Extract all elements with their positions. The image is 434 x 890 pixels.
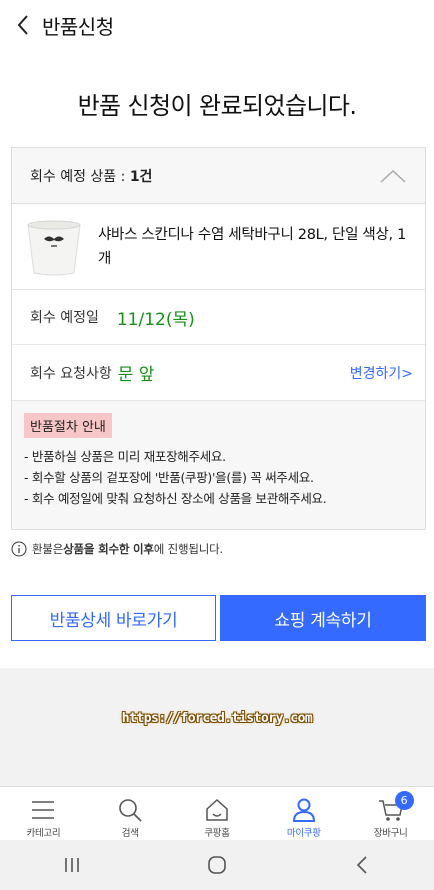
user-icon: [292, 798, 315, 822]
return-detail-button[interactable]: 반품상세 바로가기: [11, 595, 216, 641]
tab-label: 장바구니: [373, 828, 408, 839]
system-navigation-bar: [0, 840, 434, 890]
pickup-request-value: 문 앞: [117, 365, 155, 385]
pickup-date-row: 회수 예정일 11/12(목): [12, 290, 425, 345]
pickup-date-label: 회수 예정일: [30, 310, 99, 326]
bottom-gray-area: [0, 668, 434, 786]
back-arrow-icon: [356, 856, 367, 874]
tab-category[interactable]: 카테고리: [0, 787, 87, 840]
chevron-left-icon: [17, 15, 28, 35]
continue-shopping-button[interactable]: 쇼핑 계속하기: [220, 595, 426, 641]
bottom-tab-bar: 카테고리 검색 쿠팡홈 마이쿠팡 장바구니 6: [0, 786, 434, 840]
product-name[interactable]: 샤바스 스칸디나 수염 세탁바구니 28L, 단일 색상, 1개: [98, 223, 408, 271]
guide-line: - 회수할 상품의 겉포장에 '반품(쿠팡)'을(를) 꼭 써주세요.: [24, 470, 314, 485]
cart-count-badge: 6: [394, 791, 414, 810]
tab-cart[interactable]: 장바구니 6: [347, 787, 434, 840]
card-header[interactable]: 회수 예정 상품 : 1건: [12, 148, 425, 204]
recent-apps-button[interactable]: [42, 845, 102, 885]
return-guide-title: 반품절차 안내: [24, 413, 112, 438]
return-summary-card: 회수 예정 상품 : 1건 샤바스 스칸디나 수염 세탁바구니 28L, 단일 …: [11, 147, 426, 530]
pickup-count: 1건: [129, 168, 153, 185]
change-request-link[interactable]: 변경하기>: [350, 363, 413, 383]
home-icon: [206, 798, 228, 821]
guide-line: - 회수 예정일에 맞춰 요청하신 장소에 상품을 보관해주세요.: [24, 491, 327, 506]
home-circle-icon: [208, 856, 226, 874]
pickup-date-value: 11/12(목): [116, 309, 195, 330]
guide-line: - 반품하실 상품은 미리 재포장해주세요.: [24, 449, 226, 464]
collapse-toggle[interactable]: [379, 166, 407, 186]
tab-search[interactable]: 검색: [87, 787, 174, 840]
tab-label: 검색: [121, 828, 139, 839]
search-icon: [119, 799, 142, 822]
menu-icon: [32, 801, 55, 819]
back-button[interactable]: [4, 0, 42, 50]
product-thumbnail: [24, 215, 84, 279]
home-button[interactable]: [187, 845, 247, 885]
page-title: 반품신청: [42, 14, 114, 39]
tab-label: 카테고리: [26, 828, 61, 839]
chevron-up-icon: [380, 169, 406, 183]
product-row: 샤바스 스칸디나 수염 세탁바구니 28L, 단일 색상, 1개: [12, 204, 425, 290]
return-guide: 반품절차 안내 - 반품하실 상품은 미리 재포장해주세요. - 회수할 상품의…: [12, 401, 425, 529]
pickup-items-label: 회수 예정 상품 : 1건: [30, 168, 153, 185]
pickup-request-label: 회수 요청사항: [30, 365, 112, 382]
tab-label: 마이쿠팡: [286, 828, 321, 839]
system-back-button[interactable]: [332, 845, 392, 885]
tab-my-coupang[interactable]: 마이쿠팡: [260, 787, 347, 840]
info-icon: [11, 541, 27, 557]
recent-apps-icon: [65, 858, 80, 872]
pickup-request-row: 회수 요청사항 문 앞 변경하기>: [12, 345, 425, 401]
completion-message: 반품 신청이 완료되었습니다.: [77, 92, 357, 120]
tab-label: 쿠팡홈: [204, 828, 230, 839]
refund-note: 환불은 상품을 회수한 이후 에 진행됩니다.: [11, 541, 223, 557]
watermark: https://forced.tistory.com: [121, 711, 313, 726]
laundry-basket-image: [27, 220, 81, 275]
tab-home[interactable]: 쿠팡홈: [174, 787, 261, 840]
header: 반품신청: [0, 0, 434, 50]
